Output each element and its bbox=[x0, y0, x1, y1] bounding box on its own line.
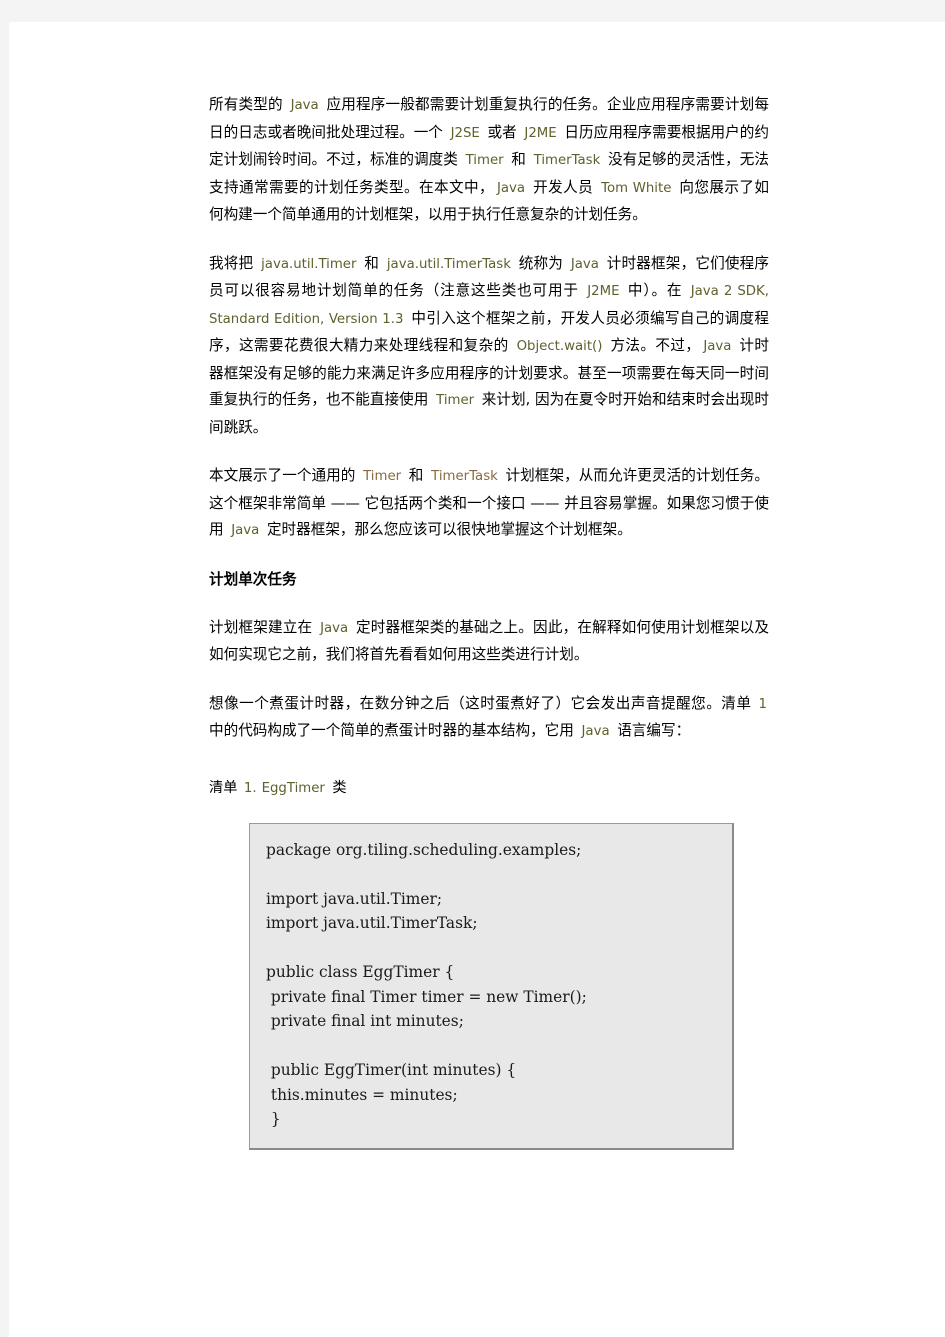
inline-code-j2se: J2SE bbox=[450, 125, 480, 141]
listing-caption: 清单 1. EggTimer 类 bbox=[209, 776, 769, 801]
inline-code-j2me: J2ME bbox=[587, 284, 620, 299]
text-run: 我将把 bbox=[209, 254, 259, 272]
text-run: 开发人员 bbox=[528, 178, 599, 196]
code-block-eggtimer: package org.tiling.scheduling.examples; … bbox=[249, 822, 734, 1150]
paragraph-2: 我将把 java.util.Timer 和 java.util.TimerTas… bbox=[209, 251, 769, 442]
listing-reference-number: 1 bbox=[758, 696, 767, 712]
caption-prefix: 清单 bbox=[209, 779, 242, 796]
author-name: Tom White bbox=[601, 180, 672, 196]
inline-code-java: Java bbox=[581, 724, 610, 739]
inline-code-timer: Timer bbox=[436, 393, 475, 408]
paragraph-4: 计划框架建立在 Java 定时器框架类的基础之上。因此，在解释如何使用计划框架以… bbox=[209, 615, 769, 669]
text-run: 定时器框架，那么您应该可以很快地掌握这个计划框架。 bbox=[262, 521, 632, 538]
inline-code-timertask: TimerTask bbox=[431, 469, 498, 484]
text-run: 中的代码构成了一个简单的煮蛋计时器的基本结构，它用 bbox=[209, 722, 579, 739]
inline-code-object-wait: Object.wait() bbox=[516, 339, 603, 354]
inline-code-java-2: Java bbox=[703, 339, 732, 354]
inline-code-java-util-timertask: java.util.TimerTask bbox=[386, 256, 511, 272]
text-run: 想像一个煮蛋计时器，在数分钟之后（这时蛋煮好了）它会发出声音提醒您。清单 bbox=[209, 694, 757, 712]
paragraph-5: 想像一个煮蛋计时器，在数分钟之后（这时蛋煮好了）它会发出声音提醒您。清单 1 中… bbox=[209, 691, 769, 746]
inline-code-timertask: TimerTask bbox=[533, 153, 601, 168]
text-run: 和 bbox=[359, 254, 384, 272]
text-run: 中）。在 bbox=[622, 282, 688, 299]
inline-code-j2me: J2ME bbox=[524, 125, 557, 141]
text-run: 方法。不过， bbox=[605, 337, 701, 354]
inline-code-java: Java bbox=[570, 256, 599, 272]
text-run: 统称为 bbox=[513, 254, 568, 272]
text-run: 计划框架建立在 bbox=[209, 618, 318, 636]
section-heading-schedule-once: 计划单次任务 bbox=[209, 570, 297, 588]
text-run: 语言编写： bbox=[612, 722, 691, 739]
text-run: 和 bbox=[506, 151, 531, 168]
inline-code-java-2: Java bbox=[496, 180, 526, 196]
inline-code-timer: Timer bbox=[465, 153, 504, 168]
document-content: 所有类型的 Java 应用程序一般都需要计划重复执行的任务。企业应用程序需要计划… bbox=[209, 92, 769, 1150]
inline-code-java: Java bbox=[231, 523, 260, 538]
document-page: 所有类型的 Java 应用程序一般都需要计划重复执行的任务。企业应用程序需要计划… bbox=[9, 22, 945, 1337]
text-run: 或者 bbox=[482, 123, 522, 141]
paragraph-3: 本文展示了一个通用的 Timer 和 TimerTask 计划框架，从而允许更灵… bbox=[209, 463, 769, 545]
text-run: 和 bbox=[404, 467, 429, 484]
caption-class-name: EggTimer bbox=[261, 780, 325, 796]
text-run: 本文展示了一个通用的 bbox=[209, 467, 361, 484]
inline-code-java-util-timer: java.util.Timer bbox=[261, 256, 357, 272]
text-run: 所有类型的 bbox=[209, 96, 288, 113]
inline-code-timer: Timer bbox=[363, 469, 402, 484]
caption-suffix: 类 bbox=[327, 779, 347, 796]
inline-code-java: Java bbox=[290, 98, 319, 113]
caption-number: 1. bbox=[243, 780, 257, 796]
paragraph-1: 所有类型的 Java 应用程序一般都需要计划重复执行的任务。企业应用程序需要计划… bbox=[209, 92, 769, 229]
inline-code-java: Java bbox=[320, 620, 349, 636]
